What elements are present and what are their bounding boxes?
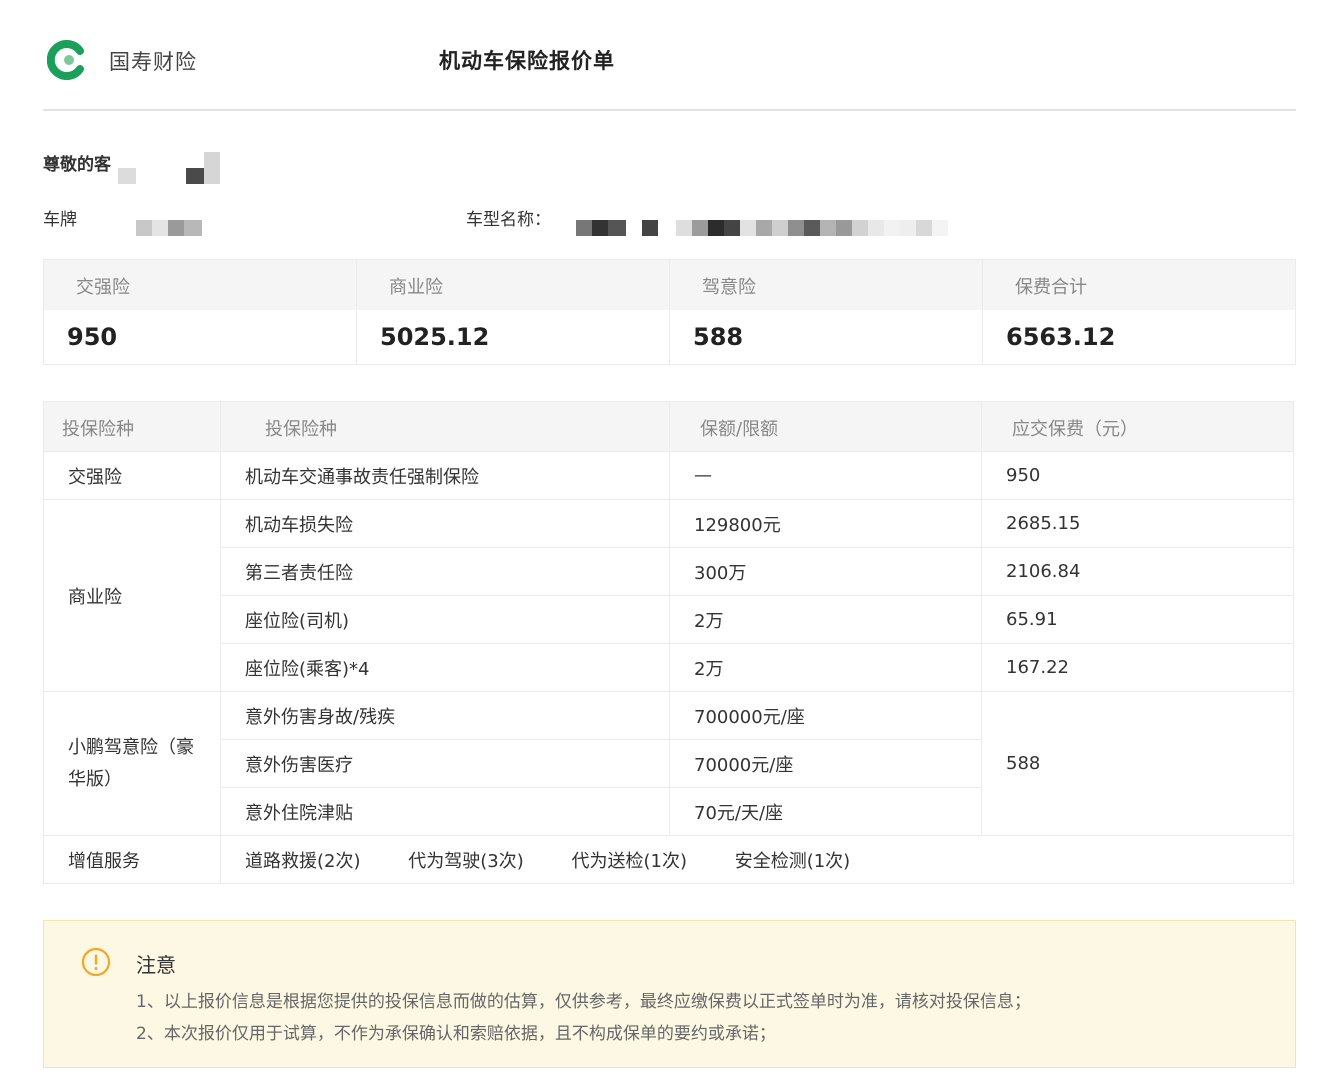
notice-line: 2、本次报价仅用于试算，不作为承保确认和索赔依据，且不构成保单的要约或承诺； — [136, 1024, 776, 1044]
item-cell: 机动车损失险 — [220, 499, 670, 548]
service-item: 安全检测(1次) — [734, 850, 851, 872]
redacted-model — [576, 220, 948, 236]
summary-value: 5025.12 — [380, 323, 490, 351]
table-header-row: 投保险种 投保险种 保额/限额 应交保费（元） — [43, 401, 1294, 452]
item-cell: 座位险(乘客)*4 — [220, 643, 670, 692]
item-cell: 意外住院津贴 — [220, 787, 670, 836]
table-row: 座位险(司机) 2万 65.91 — [44, 595, 1294, 644]
premium-cell: 2685.15 — [981, 499, 1294, 548]
summary-label: 商业险 — [357, 260, 669, 310]
summary-value: 588 — [693, 323, 744, 351]
summary-jyx: 驾意险 588 — [670, 260, 983, 364]
premium-cell: 588 — [981, 691, 1294, 836]
summary-label: 保费合计 — [983, 260, 1295, 310]
amount-cell: 2万 — [669, 643, 982, 692]
amount-cell: 70元/天/座 — [669, 787, 982, 836]
summary-label: 驾意险 — [670, 260, 982, 310]
item-cell: 座位险(司机) — [220, 595, 670, 644]
item-cell: 机动车交通事故责任强制保险 — [220, 451, 670, 500]
summary-jqx: 交强险 950 — [44, 260, 357, 364]
category-cell: 商业险 — [43, 499, 221, 692]
brand-name: 国寿财险 — [109, 50, 197, 74]
header-divider — [43, 109, 1296, 111]
amount-cell: — — [669, 451, 982, 500]
coverage-table: 投保险种 投保险种 保额/限额 应交保费（元） 交强险 机动车交通事故责任强制保… — [43, 401, 1294, 884]
column-header: 投保险种 — [43, 401, 221, 452]
item-cell: 第三者责任险 — [220, 547, 670, 596]
amount-cell: 300万 — [669, 547, 982, 596]
premium-cell: 65.91 — [981, 595, 1294, 644]
redacted-customer-name — [118, 152, 220, 184]
table-row: 交强险 机动车交通事故责任强制保险 — 950 — [43, 451, 1294, 500]
category-cell: 增值服务 — [43, 835, 221, 884]
premium-summary: 交强险 950 商业险 5025.12 驾意险 588 保费合计 6563.12 — [43, 259, 1296, 365]
amount-cell: 700000元/座 — [669, 691, 982, 740]
service-item: 代为驾驶(3次) — [408, 850, 524, 872]
brand-logo-icon — [47, 40, 85, 80]
table-row: 第三者责任险 300万 2106.84 — [44, 547, 1294, 596]
premium-cell: 167.22 — [981, 643, 1294, 692]
notice-line: 1、以上报价信息是根据您提供的投保信息而做的估算，仅供参考，最终应缴保费以正式签… — [136, 992, 1031, 1012]
header: 国寿财险 机动车保险报价单 — [43, 36, 1296, 86]
warning-circle-icon — [81, 947, 111, 977]
table-row: 商业险 机动车损失险 129800元 2685.15 — [43, 499, 1294, 692]
summary-value: 6563.12 — [1006, 323, 1116, 351]
service-item: 道路救援(2次) — [245, 850, 361, 872]
item-cell: 意外伤害医疗 — [220, 739, 670, 788]
premium-cell: 950 — [981, 451, 1294, 500]
summary-total: 保费合计 6563.12 — [983, 260, 1295, 364]
amount-cell: 129800元 — [669, 499, 982, 548]
table-row: 座位险(乘客)*4 2万 167.22 — [44, 643, 1294, 692]
services-cell: 道路救援(2次) 代为驾驶(3次) 代为送检(1次) 安全检测(1次) — [220, 835, 1294, 884]
plate-label: 车牌 — [43, 210, 77, 230]
amount-cell: 70000元/座 — [669, 739, 982, 788]
notice-box: 注意 1、以上报价信息是根据您提供的投保信息而做的估算，仅供参考，最终应缴保费以… — [43, 920, 1296, 1068]
amount-cell: 2万 — [669, 595, 982, 644]
premium-cell: 2106.84 — [981, 547, 1294, 596]
redacted-plate — [136, 220, 202, 236]
summary-syx: 商业险 5025.12 — [357, 260, 670, 364]
page-title: 机动车保险报价单 — [439, 49, 615, 73]
table-row: 增值服务 道路救援(2次) 代为驾驶(3次) 代为送检(1次) 安全检测(1次) — [43, 835, 1294, 884]
table-row: 小鹏驾意险（豪华版） 意外伤害身故/残疾 700000元/座 588 — [43, 691, 1294, 836]
service-item: 代为送检(1次) — [571, 850, 687, 872]
column-header: 投保险种 — [220, 401, 670, 452]
category-cell: 小鹏驾意险（豪华版） — [43, 691, 221, 836]
column-header: 保额/限额 — [669, 401, 982, 452]
category-cell: 交强险 — [43, 451, 221, 500]
quote-page: 国寿财险 机动车保险报价单 尊敬的客 车牌 车型名称： 交强险 950 商业险 … — [0, 0, 1339, 1080]
notice-title: 注意 — [136, 953, 176, 977]
item-cell: 意外伤害身故/残疾 — [220, 691, 670, 740]
model-label: 车型名称： — [466, 210, 551, 230]
summary-value: 950 — [67, 323, 118, 351]
summary-label: 交强险 — [44, 260, 356, 310]
greeting: 尊敬的客 — [43, 155, 111, 175]
column-header: 应交保费（元） — [981, 401, 1294, 452]
